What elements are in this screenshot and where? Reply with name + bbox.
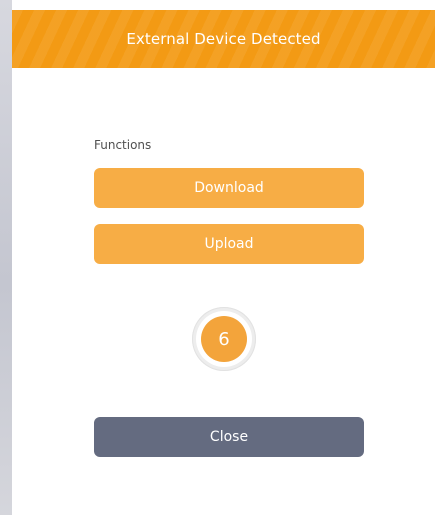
close-button-label: Close [209,429,249,445]
upload-button[interactable]: Upload [94,224,364,264]
functions-label: Functions [94,138,152,152]
upload-button-label: Upload [204,236,254,252]
dialog-header: External Device Detected [12,10,435,68]
download-button[interactable]: Download [94,168,364,208]
external-device-dialog: External Device Detected Functions Downl… [12,10,435,515]
countdown-inner-ring: 6 [196,311,252,367]
close-button[interactable]: Close [94,417,364,457]
dialog-title: External Device Detected [126,30,321,48]
countdown-timer: 6 [192,307,256,371]
background-panel [0,0,12,515]
download-button-label: Download [194,180,264,196]
countdown-value: 6 [201,316,247,362]
